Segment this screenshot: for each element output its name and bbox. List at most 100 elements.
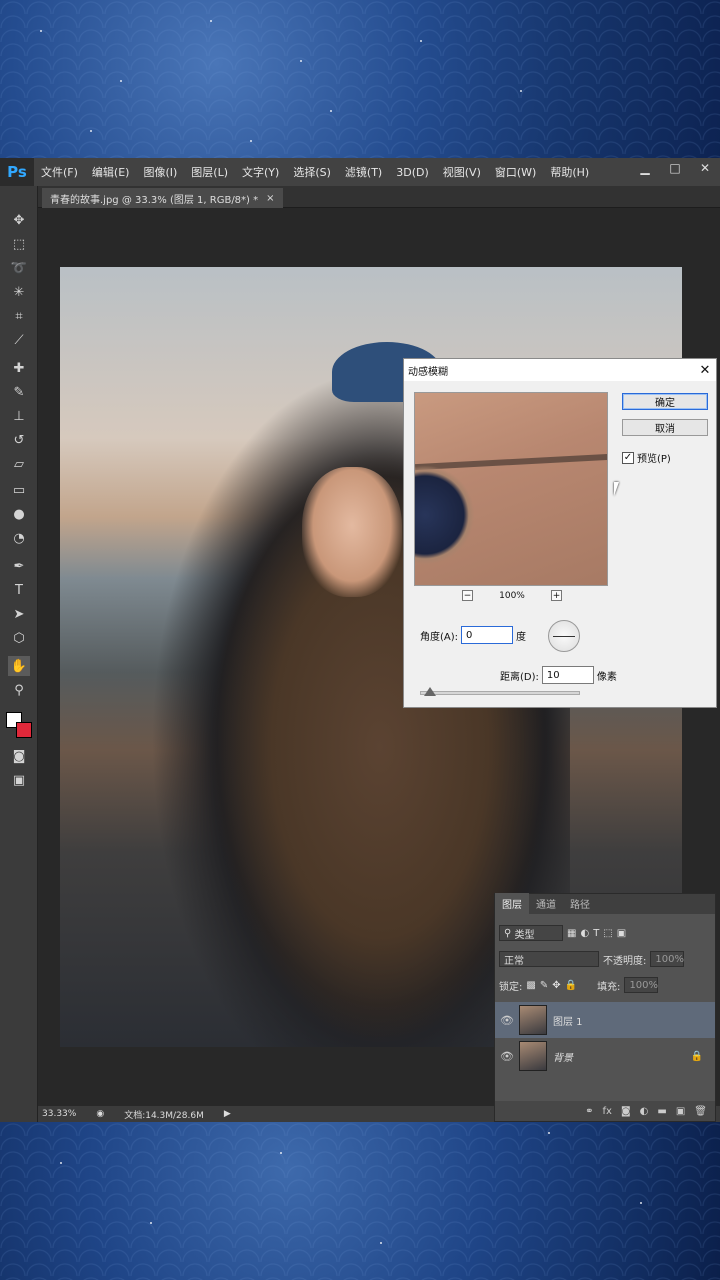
filter-preview[interactable]	[414, 392, 608, 586]
link-layers-icon[interactable]: ⚭	[585, 1106, 593, 1117]
background-color-swatch[interactable]	[16, 722, 32, 738]
preview-checkbox[interactable]: ✓	[622, 451, 634, 464]
layer-lock-icon: 🔒	[690, 1050, 703, 1062]
layer-name[interactable]: 图层 1	[553, 1013, 583, 1028]
cancel-button[interactable]: 取消	[622, 419, 708, 436]
eye-icon[interactable]: 👁	[495, 1014, 519, 1027]
distance-slider[interactable]	[420, 687, 580, 696]
distance-label: 距离(D):	[500, 671, 539, 683]
mouse-cursor-icon	[614, 482, 619, 496]
dodge-tool-icon[interactable]: ◔	[8, 528, 30, 548]
filter-smart-object-icon[interactable]: ▣	[617, 928, 626, 939]
layer-name[interactable]: 背景	[553, 1049, 573, 1064]
filter-type-icon[interactable]: T	[593, 928, 599, 939]
healing-brush-tool-icon[interactable]: ✚	[8, 358, 30, 378]
move-tool-icon[interactable]: ✥	[8, 210, 30, 230]
lock-transparent-icon[interactable]: ▩	[526, 980, 535, 991]
minimize-button[interactable]: ▁	[630, 158, 660, 178]
crop-tool-icon[interactable]: ⌗	[8, 306, 30, 326]
shape-tool-icon[interactable]: ⬡	[8, 628, 30, 648]
kind-filter-select[interactable]: ⚲ 类型	[499, 925, 563, 941]
lasso-tool-icon[interactable]: ➰	[8, 258, 30, 278]
filter-pixel-icon[interactable]: ▦	[567, 928, 576, 939]
menu-type[interactable]: 文字(Y)	[235, 164, 286, 180]
quick-mask-icon[interactable]: ◙	[8, 746, 30, 766]
eyedropper-tool-icon[interactable]: ⟋	[8, 330, 30, 350]
menu-filter[interactable]: 滤镜(T)	[338, 164, 389, 180]
opacity-input[interactable]: 100%	[650, 951, 685, 967]
blur-tool-icon[interactable]: ●	[8, 504, 30, 524]
maximize-button[interactable]: □	[660, 158, 690, 178]
brush-tool-icon[interactable]: ✎	[8, 382, 30, 402]
tab-layers[interactable]: 图层	[495, 893, 529, 914]
new-layer-icon[interactable]: ▣	[676, 1106, 685, 1117]
menu-edit[interactable]: 编辑(E)	[85, 164, 137, 180]
decorative-top-background	[0, 0, 720, 158]
layer-row-layer1[interactable]: 👁 图层 1	[495, 1002, 715, 1038]
path-selection-tool-icon[interactable]: ➤	[8, 604, 30, 624]
screen-mode-icon[interactable]: ▣	[8, 770, 30, 790]
gradient-tool-icon[interactable]: ▭	[8, 480, 30, 500]
menu-view[interactable]: 视图(V)	[436, 164, 488, 180]
status-arrow-icon[interactable]: ▶	[224, 1109, 231, 1119]
delete-layer-icon[interactable]: 🗑	[694, 1106, 707, 1117]
layers-panel-footer: ⚭ fx ◙ ◐ ▬ ▣ 🗑	[495, 1101, 715, 1121]
zoom-tool-icon[interactable]: ⚲	[8, 680, 30, 700]
menu-image[interactable]: 图像(I)	[136, 164, 184, 180]
preview-checkbox-row[interactable]: ✓ 预览(P)	[622, 450, 671, 465]
menu-layer[interactable]: 图层(L)	[184, 164, 235, 180]
layer-thumbnail	[519, 1005, 547, 1035]
tab-channels[interactable]: 通道	[529, 893, 563, 914]
status-info-icon[interactable]: ◉	[96, 1109, 104, 1119]
distance-input[interactable]: 10	[541, 666, 594, 684]
layers-panel-tabs: 图层 通道 路径	[495, 893, 715, 914]
type-tool-icon[interactable]: T	[8, 580, 30, 600]
tab-paths[interactable]: 路径	[563, 893, 597, 914]
history-brush-tool-icon[interactable]: ↺	[8, 430, 30, 450]
layer-style-icon[interactable]: fx	[603, 1106, 612, 1117]
adjustment-layer-icon[interactable]: ◐	[640, 1106, 649, 1117]
eye-icon[interactable]: 👁	[495, 1050, 519, 1063]
blend-mode-select[interactable]: 正常	[499, 951, 599, 967]
distance-slider-thumb[interactable]	[424, 687, 436, 696]
magic-wand-tool-icon[interactable]: ✳	[8, 282, 30, 302]
layer-thumbnail	[519, 1041, 547, 1071]
angle-unit: 度	[516, 631, 527, 643]
menu-3d[interactable]: 3D(D)	[389, 166, 436, 179]
close-window-button[interactable]: ✕	[690, 158, 720, 178]
eraser-tool-icon[interactable]: ▱	[8, 454, 30, 474]
lock-brush-icon[interactable]: ✎	[540, 980, 548, 991]
filter-adjustment-icon[interactable]: ◐	[580, 928, 589, 939]
menu-file[interactable]: 文件(F)	[34, 164, 85, 180]
lock-all-icon[interactable]: 🔒	[565, 980, 577, 991]
angle-dial[interactable]	[548, 620, 580, 652]
zoom-in-button[interactable]: +	[550, 590, 562, 601]
ok-button[interactable]: 确定	[622, 393, 708, 410]
blend-opacity-row: 正常 不透明度: 100%	[499, 950, 685, 968]
angle-input[interactable]: 0	[461, 626, 514, 644]
document-tab[interactable]: 青春的故事.jpg @ 33.3% (图层 1, RGB/8*) * ×	[42, 188, 283, 208]
marquee-tool-icon[interactable]: ⬚	[8, 234, 30, 254]
angle-row: 角度(A): 0 度	[420, 626, 526, 644]
dialog-title: 动感模糊	[408, 366, 448, 378]
motion-blur-dialog: 动感模糊 ✕ − 100% + 确定 取消 ✓ 预览(P) 角度(A): 0 度…	[403, 358, 717, 708]
menu-help[interactable]: 帮助(H)	[543, 164, 596, 180]
filter-shape-icon[interactable]: ⬚	[603, 928, 612, 939]
fill-input[interactable]: 100%	[624, 977, 659, 993]
layer-row-background[interactable]: 👁 背景 🔒	[495, 1038, 715, 1074]
lock-position-icon[interactable]: ✥	[552, 980, 560, 991]
dialog-close-icon[interactable]: ✕	[694, 359, 716, 381]
new-group-icon[interactable]: ▬	[657, 1106, 666, 1117]
zoom-out-button[interactable]: −	[462, 590, 473, 601]
add-mask-icon[interactable]: ◙	[621, 1106, 631, 1117]
menu-select[interactable]: 选择(S)	[286, 164, 338, 180]
zoom-level[interactable]: 33.33%	[42, 1109, 76, 1119]
menu-window[interactable]: 窗口(W)	[488, 164, 543, 180]
hand-tool-icon[interactable]: ✋	[8, 656, 30, 676]
pen-tool-icon[interactable]: ✒	[8, 556, 30, 576]
filter-row: ⚲ 类型 ▦ ◐ T ⬚ ▣	[499, 924, 626, 942]
document-tab-close-icon[interactable]: ×	[266, 193, 274, 204]
preview-zoom-value: 100%	[499, 590, 525, 601]
preview-watch	[415, 465, 475, 565]
clone-stamp-tool-icon[interactable]: ⊥	[8, 406, 30, 426]
